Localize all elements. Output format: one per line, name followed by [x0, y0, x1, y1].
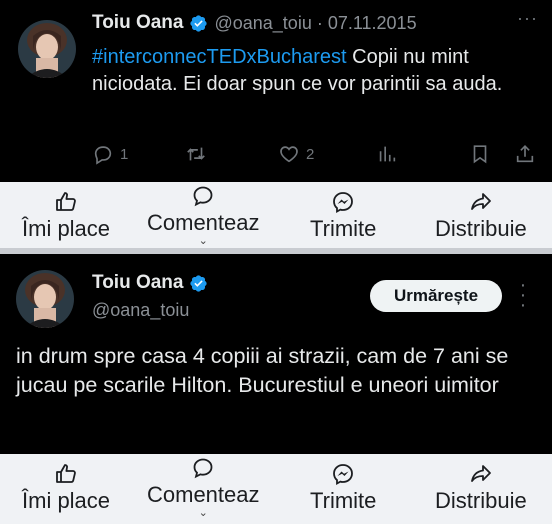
tweet-body: #interconnecTEDxBucharest Copii nu mint … [92, 44, 522, 98]
hashtag-link[interactable]: #interconnecTEDxBucharest [92, 46, 347, 68]
handle-and-date[interactable]: @oana_toiu · 07.11.2015 [214, 13, 416, 34]
fb-share-button[interactable]: Distribuie [435, 182, 527, 248]
fb-like-label: Îmi place [22, 216, 111, 241]
fb-send-label: Trimite [310, 488, 377, 513]
reply-count: 1 [120, 145, 129, 163]
facebook-action-bar: Îmi place Comenteaz ⌄ Trimite Distribuie [0, 454, 552, 524]
fb-like-label: Îmi place [22, 488, 111, 513]
fb-share-label: Distribuie [435, 488, 527, 513]
bookmark-button[interactable] [469, 140, 491, 168]
messenger-icon [333, 464, 354, 486]
fb-share-button[interactable]: Distribuie [435, 454, 527, 524]
follow-button[interactable]: Urmărește [370, 280, 502, 312]
fb-send-button[interactable]: Trimite [310, 182, 376, 248]
chevron-down-icon: ⌄ [198, 235, 208, 247]
speech-bubble-icon [94, 146, 112, 165]
like-button[interactable]: 2 [278, 140, 314, 168]
fb-like-button[interactable]: Îmi place [22, 454, 110, 524]
fb-comment-label: Comenteaz [147, 210, 260, 235]
tweet-card-1[interactable]: Toiu Oana @oana_toiu · 07.11.2015 ··· #i… [0, 0, 552, 182]
avatar-photo [18, 20, 76, 78]
facebook-action-bar: Îmi place Comenteaz ⌄ Trimite Distribuie [0, 182, 552, 248]
share-button[interactable] [514, 140, 536, 168]
reply-button[interactable]: 1 [92, 140, 128, 168]
share-arrow-icon [470, 465, 491, 482]
bookmark-icon [473, 145, 487, 164]
fb-comment-button[interactable]: Comenteaz ⌄ [147, 454, 260, 524]
chevron-down-icon: ⌄ [198, 507, 208, 519]
messenger-icon [333, 192, 354, 214]
avatar[interactable] [16, 270, 74, 328]
thumbs-up-icon [56, 192, 76, 211]
fb-comment-label: Comenteaz [147, 482, 260, 507]
thumbs-up-icon [56, 464, 76, 483]
fb-comment-button[interactable]: Comenteaz ⌄ [147, 182, 260, 248]
avatar[interactable] [18, 20, 76, 78]
comment-bubble-icon [193, 458, 213, 479]
screenshot-root: Toiu Oana @oana_toiu · 07.11.2015 ··· #i… [0, 0, 552, 524]
author-handle[interactable]: @oana_toiu [92, 300, 189, 321]
author-name[interactable]: Toiu Oana [92, 12, 183, 34]
views-button[interactable] [376, 140, 398, 168]
author-row: Toiu Oana @oana_toiu · 07.11.2015 [92, 12, 417, 34]
more-options-icon[interactable]: ··· [518, 275, 528, 315]
heart-icon [280, 146, 298, 163]
verified-badge-icon [190, 274, 208, 292]
tweet-card-2[interactable]: Toiu Oana @oana_toiu Urmărește · · · in dr… [0, 254, 552, 454]
avatar-photo [16, 270, 74, 328]
retweet-arrows-icon [187, 147, 205, 161]
more-options-icon[interactable]: ··· [517, 8, 538, 29]
comment-bubble-icon [193, 186, 213, 207]
tweet-body-text: in drum spre casa 4 copiii ai strazii, c… [16, 344, 509, 397]
share-upload-icon [516, 145, 534, 163]
share-arrow-icon [470, 193, 491, 210]
tweet-action-bar: 1 2 [92, 140, 542, 168]
author-name[interactable]: Toiu Oana [92, 272, 183, 294]
author-row: Toiu Oana [92, 272, 214, 294]
fb-send-label: Trimite [310, 216, 377, 241]
bar-chart-icon [379, 146, 396, 162]
fb-share-label: Distribuie [435, 216, 527, 241]
verified-badge-icon [190, 14, 208, 32]
fb-like-button[interactable]: Îmi place [22, 182, 110, 248]
fb-send-button[interactable]: Trimite [310, 454, 376, 524]
like-count: 2 [306, 145, 315, 163]
retweet-button[interactable] [185, 140, 207, 168]
